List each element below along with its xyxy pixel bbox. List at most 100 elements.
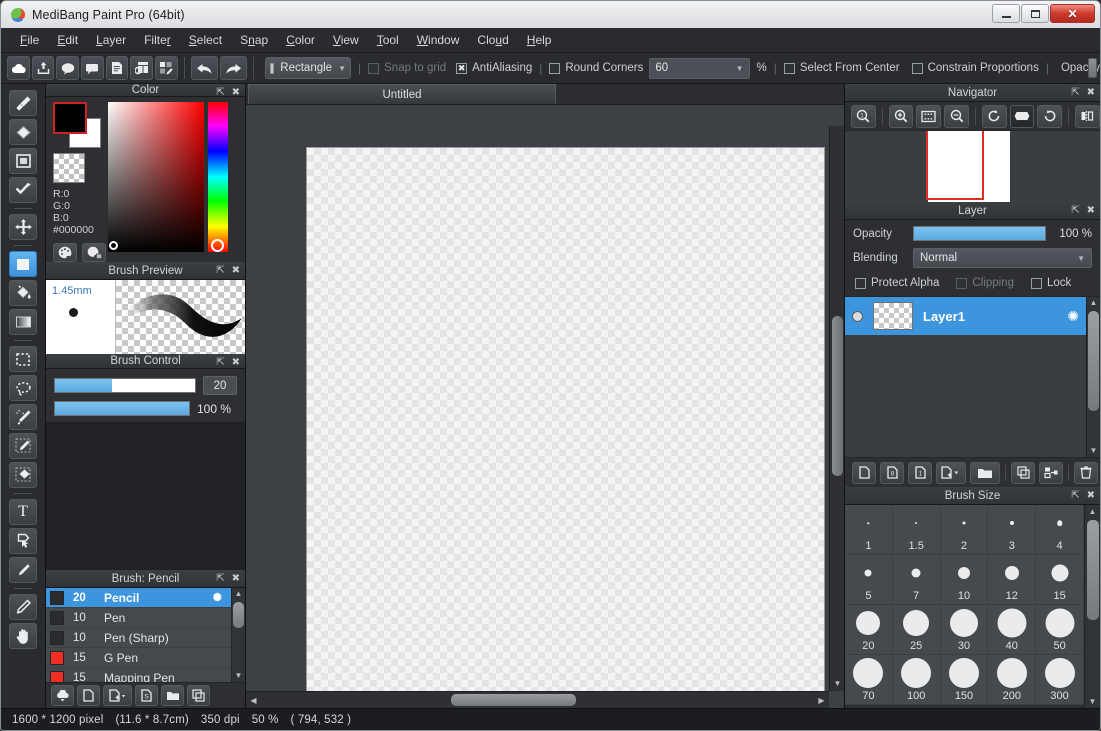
- brush-size-slider[interactable]: [54, 378, 196, 393]
- brush-size-cell[interactable]: 30: [940, 605, 989, 655]
- antialiasing-checkbox[interactable]: ✖ AntiAliasing: [456, 62, 532, 74]
- close-icon[interactable]: ✖: [232, 356, 240, 369]
- rectangle-select-tool[interactable]: [9, 251, 37, 277]
- merge-layer-button[interactable]: [1039, 461, 1063, 484]
- duplicate-layer-button[interactable]: [1011, 461, 1035, 484]
- duplicate-brush-button[interactable]: [187, 685, 210, 706]
- new-brush-button[interactable]: [77, 685, 100, 706]
- redo-button[interactable]: [219, 56, 248, 80]
- add-1bit-layer-button[interactable]: 1: [908, 461, 932, 484]
- layer-blending-select[interactable]: Normal ▼: [913, 248, 1092, 268]
- delete-layer-button[interactable]: [1074, 461, 1098, 484]
- grid-edit-button[interactable]: [155, 56, 178, 80]
- brush-size-scrollbar[interactable]: ▲ ▼: [1084, 505, 1100, 708]
- popout-icon[interactable]: ⇱: [216, 356, 224, 369]
- layer-list-scrollbar[interactable]: ▲ ▼: [1086, 297, 1100, 457]
- magic-wand-tool[interactable]: [9, 404, 37, 430]
- palette-button[interactable]: [53, 243, 77, 262]
- brush-opacity-slider[interactable]: [54, 401, 190, 416]
- menu-snap[interactable]: Snap: [231, 30, 277, 50]
- transparent-color-swatch[interactable]: [53, 153, 85, 183]
- select-pen-tool[interactable]: [9, 433, 37, 459]
- triangle-down-icon[interactable]: ▼: [1089, 696, 1097, 708]
- triangle-up-icon[interactable]: ▲: [1089, 506, 1097, 518]
- operation-tool[interactable]: [9, 528, 37, 554]
- layer-opacity-slider[interactable]: [913, 226, 1046, 241]
- polyline-tool[interactable]: [9, 177, 37, 203]
- navigator-viewport-rect[interactable]: [926, 131, 984, 200]
- scrollbar-thumb[interactable]: [1088, 311, 1099, 411]
- close-icon[interactable]: ✖: [232, 572, 240, 585]
- brush-size-value[interactable]: 20: [203, 376, 237, 395]
- cloud-button[interactable]: [7, 56, 30, 80]
- brush-size-cell[interactable]: 7: [892, 555, 941, 605]
- marquee-select-tool[interactable]: [9, 346, 37, 372]
- navigator-preview[interactable]: [845, 130, 1100, 202]
- brush-folder-button[interactable]: [161, 685, 184, 706]
- rotate-right-button[interactable]: [1037, 104, 1063, 128]
- brush-tool[interactable]: [9, 90, 37, 116]
- menu-filter[interactable]: Filter: [135, 30, 180, 50]
- brush-size-cell[interactable]: 3: [988, 505, 1037, 555]
- close-icon[interactable]: ✖: [1087, 489, 1095, 502]
- add-8bit-layer-button[interactable]: 8: [880, 461, 904, 484]
- shape-tool[interactable]: [9, 148, 37, 174]
- brush-size-cell[interactable]: 20: [845, 605, 893, 655]
- brush-size-cell[interactable]: 100: [892, 655, 941, 705]
- popout-icon[interactable]: ⇱: [1071, 86, 1079, 99]
- scrollbar-thumb[interactable]: [831, 316, 843, 476]
- brush-size-cell[interactable]: 12: [988, 555, 1037, 605]
- new-folder-button[interactable]: [970, 461, 1000, 484]
- menu-layer[interactable]: Layer: [87, 30, 135, 50]
- bucket-fill-tool[interactable]: [9, 280, 37, 306]
- menu-view[interactable]: View: [324, 30, 368, 50]
- zoom-in-button[interactable]: [888, 104, 914, 128]
- brush-size-cell[interactable]: 200: [988, 655, 1037, 705]
- scrollbar-thumb[interactable]: [451, 694, 576, 706]
- hue-slider[interactable]: [208, 102, 228, 252]
- snap-to-grid-checkbox[interactable]: Snap to grid: [368, 62, 446, 74]
- document-tab[interactable]: Untitled: [248, 84, 556, 104]
- foreground-color-swatch[interactable]: [53, 102, 87, 134]
- add-layer-button[interactable]: [852, 461, 876, 484]
- triangle-down-icon[interactable]: ▼: [830, 676, 844, 691]
- brush-size-cell[interactable]: 1.5: [892, 505, 941, 555]
- brush-size-cell[interactable]: 70: [845, 655, 893, 705]
- brush-size-cell[interactable]: 15: [1036, 555, 1084, 605]
- drawing-canvas[interactable]: [306, 147, 825, 706]
- list-item[interactable]: 10 Pen (Sharp): [46, 628, 231, 648]
- menu-help[interactable]: Help: [518, 30, 561, 50]
- gear-icon[interactable]: ✺: [1067, 308, 1079, 325]
- menu-edit[interactable]: Edit: [48, 30, 87, 50]
- menu-window[interactable]: Window: [408, 30, 469, 50]
- canvas-vertical-scrollbar[interactable]: ▼: [829, 126, 844, 691]
- flip-horizontal-button[interactable]: [1075, 104, 1100, 128]
- triangle-down-icon[interactable]: ▼: [1090, 445, 1098, 457]
- brush-size-cell[interactable]: 1: [845, 505, 893, 555]
- popout-icon[interactable]: ⇱: [216, 264, 224, 277]
- list-item[interactable]: 10 Pen: [46, 608, 231, 628]
- add-layer-dropdown-button[interactable]: [936, 461, 966, 484]
- triangle-down-icon[interactable]: ▼: [235, 670, 243, 682]
- add-brush-button[interactable]: [103, 685, 132, 706]
- select-eraser-tool[interactable]: [9, 462, 37, 488]
- zoom-out-button[interactable]: [944, 104, 969, 128]
- brush-size-cell[interactable]: 40: [988, 605, 1037, 655]
- select-from-center-checkbox[interactable]: Select From Center: [783, 62, 900, 74]
- options-overflow-scroll[interactable]: [1088, 58, 1097, 78]
- lock-checkbox[interactable]: Lock: [1030, 277, 1071, 289]
- gradient-tool[interactable]: [9, 309, 37, 335]
- close-icon[interactable]: ✖: [232, 264, 240, 277]
- zoom-actual-size-button[interactable]: 1: [851, 104, 876, 128]
- menu-color[interactable]: Color: [277, 30, 324, 50]
- brush-size-cell[interactable]: 2: [940, 505, 989, 555]
- round-corners-checkbox[interactable]: Round Corners: [549, 62, 643, 74]
- popout-icon[interactable]: ⇱: [216, 86, 224, 99]
- triangle-left-icon[interactable]: ◀: [246, 693, 261, 708]
- brush-size-cell[interactable]: 4: [1036, 505, 1084, 555]
- brush-list-scrollbar[interactable]: ▲ ▼: [231, 588, 245, 682]
- rotate-left-button[interactable]: [981, 104, 1007, 128]
- pen-tool[interactable]: [9, 594, 37, 620]
- eyedropper-tool[interactable]: [9, 557, 37, 583]
- download-brush-button[interactable]: [51, 685, 74, 706]
